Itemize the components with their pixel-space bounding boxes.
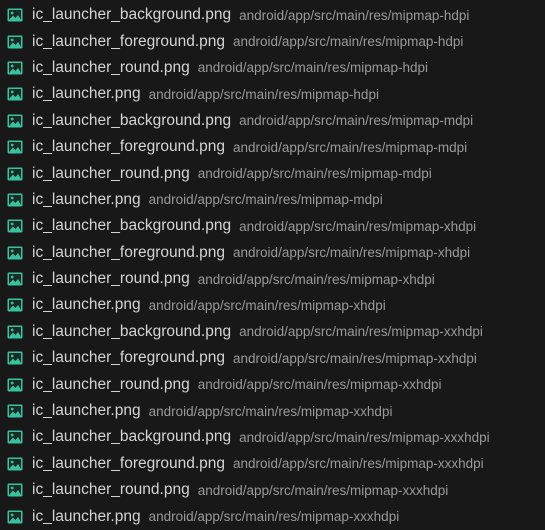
file-name: ic_launcher.png	[32, 296, 141, 314]
file-name: ic_launcher.png	[32, 85, 141, 103]
file-list-item[interactable]: ic_launcher.png android/app/src/main/res…	[0, 187, 545, 213]
file-list-item[interactable]: ic_launcher_background.png android/app/s…	[0, 319, 545, 345]
image-file-icon	[7, 87, 23, 101]
file-name: ic_launcher_background.png	[32, 428, 232, 446]
file-list-item[interactable]: ic_launcher_background.png android/app/s…	[0, 2, 545, 28]
file-path: android/app/src/main/res/mipmap-xxhdpi	[239, 324, 483, 340]
image-file-icon	[7, 272, 23, 286]
file-list-item[interactable]: ic_launcher.png android/app/src/main/res…	[0, 503, 545, 529]
image-file-icon	[7, 114, 23, 128]
file-list-item[interactable]: ic_launcher_foreground.png android/app/s…	[0, 240, 545, 266]
image-file-icon	[7, 219, 23, 233]
file-list-item[interactable]: ic_launcher_round.png android/app/src/ma…	[0, 55, 545, 81]
file-name: ic_launcher_round.png	[32, 164, 190, 182]
file-path: android/app/src/main/res/mipmap-hdpi	[233, 34, 464, 50]
file-name: ic_launcher_background.png	[32, 6, 232, 24]
image-file-icon	[7, 378, 23, 392]
image-file-icon	[7, 457, 23, 471]
file-path: android/app/src/main/res/mipmap-xhdpi	[239, 218, 477, 234]
file-path: android/app/src/main/res/mipmap-xxxhdpi	[197, 482, 449, 498]
file-path: android/app/src/main/res/mipmap-xxhdpi	[148, 403, 393, 419]
image-file-icon	[7, 246, 23, 260]
file-list-item[interactable]: ic_launcher_foreground.png android/app/s…	[0, 345, 545, 371]
image-file-icon	[7, 61, 23, 75]
file-name: ic_launcher_background.png	[32, 111, 232, 129]
image-file-icon	[7, 430, 23, 444]
file-name: ic_launcher_foreground.png	[32, 243, 226, 261]
file-list-item[interactable]: ic_launcher_round.png android/app/src/ma…	[0, 160, 545, 186]
file-name: ic_launcher_round.png	[32, 270, 190, 288]
file-name: ic_launcher_foreground.png	[32, 138, 226, 156]
file-path: android/app/src/main/res/mipmap-xxhdpi	[233, 350, 477, 366]
file-name: ic_launcher.png	[32, 190, 141, 208]
file-list-item[interactable]: ic_launcher.png android/app/src/main/res…	[0, 292, 545, 318]
file-list-item[interactable]: ic_launcher_foreground.png android/app/s…	[0, 451, 545, 477]
image-file-icon	[7, 510, 23, 524]
file-name: ic_launcher_foreground.png	[32, 349, 226, 367]
file-list-item[interactable]: ic_launcher_background.png android/app/s…	[0, 213, 545, 239]
file-path: android/app/src/main/res/mipmap-mdpi	[233, 139, 468, 155]
file-name: ic_launcher_foreground.png	[32, 32, 226, 50]
image-file-icon	[7, 325, 23, 339]
image-file-icon	[7, 298, 23, 312]
file-name: ic_launcher_round.png	[32, 58, 190, 76]
file-list-item[interactable]: ic_launcher.png android/app/src/main/res…	[0, 81, 545, 107]
file-list: ic_launcher_background.png android/app/s…	[0, 0, 545, 528]
file-name: ic_launcher.png	[32, 402, 141, 420]
image-file-icon	[7, 483, 23, 497]
file-path: android/app/src/main/res/mipmap-xxhdpi	[197, 377, 442, 393]
file-path: android/app/src/main/res/mipmap-hdpi	[197, 60, 429, 76]
image-file-icon	[7, 35, 23, 49]
file-path: android/app/src/main/res/mipmap-xxxhdpi	[148, 509, 400, 525]
file-name: ic_launcher_round.png	[32, 481, 190, 499]
image-file-icon	[7, 140, 23, 154]
image-file-icon	[7, 351, 23, 365]
file-name: ic_launcher_background.png	[32, 217, 232, 235]
file-list-item[interactable]: ic_launcher_background.png android/app/s…	[0, 108, 545, 134]
file-list-item[interactable]: ic_launcher_foreground.png android/app/s…	[0, 28, 545, 54]
image-file-icon	[7, 404, 23, 418]
file-path: android/app/src/main/res/mipmap-mdpi	[239, 113, 474, 129]
file-list-item[interactable]: ic_launcher_foreground.png android/app/s…	[0, 134, 545, 160]
file-path: android/app/src/main/res/mipmap-xxxhdpi	[233, 456, 484, 472]
image-file-icon	[7, 193, 23, 207]
file-name: ic_launcher.png	[32, 507, 141, 525]
image-file-icon	[7, 8, 23, 22]
file-path: android/app/src/main/res/mipmap-xxxhdpi	[239, 429, 490, 445]
image-file-icon	[7, 167, 23, 181]
file-list-item[interactable]: ic_launcher_background.png android/app/s…	[0, 424, 545, 450]
file-path: android/app/src/main/res/mipmap-xhdpi	[148, 297, 386, 313]
file-path: android/app/src/main/res/mipmap-xhdpi	[233, 245, 471, 261]
file-name: ic_launcher_round.png	[32, 375, 190, 393]
file-name: ic_launcher_foreground.png	[32, 454, 226, 472]
file-list-item[interactable]: ic_launcher_round.png android/app/src/ma…	[0, 477, 545, 503]
file-list-item[interactable]: ic_launcher_round.png android/app/src/ma…	[0, 266, 545, 292]
file-path: android/app/src/main/res/mipmap-mdpi	[148, 192, 383, 208]
file-list-item[interactable]: ic_launcher_round.png android/app/src/ma…	[0, 371, 545, 397]
file-path: android/app/src/main/res/mipmap-hdpi	[148, 86, 379, 102]
file-path: android/app/src/main/res/mipmap-xhdpi	[197, 271, 435, 287]
file-path: android/app/src/main/res/mipmap-hdpi	[239, 7, 470, 23]
file-name: ic_launcher_background.png	[32, 322, 232, 340]
file-path: android/app/src/main/res/mipmap-mdpi	[197, 166, 432, 182]
file-list-item[interactable]: ic_launcher.png android/app/src/main/res…	[0, 398, 545, 424]
